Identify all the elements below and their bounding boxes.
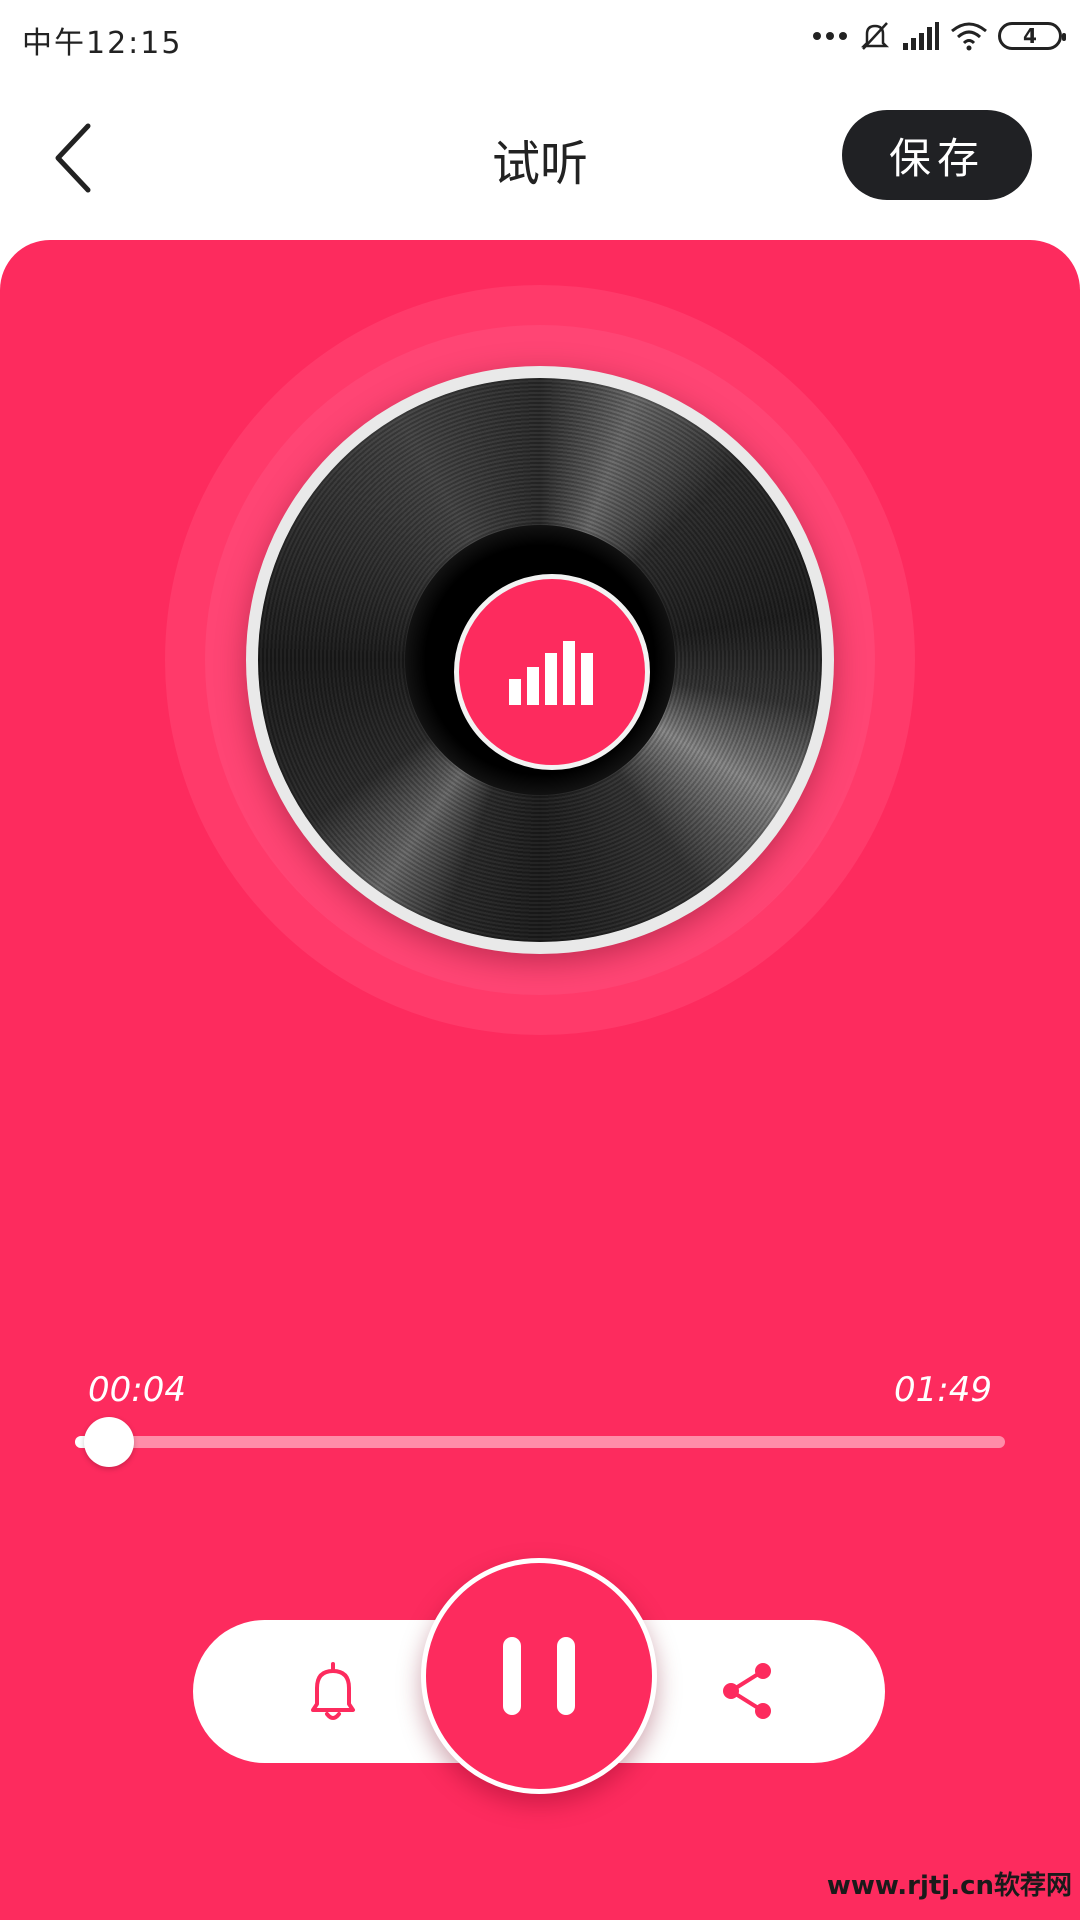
battery-level: 4 [1023, 24, 1037, 48]
player-card: 00:04 01:49 [0, 240, 1080, 1920]
equalizer-bars-icon [509, 641, 593, 705]
ringtone-button[interactable] [300, 1658, 366, 1724]
bell-off-icon [860, 22, 890, 50]
wifi-icon [951, 22, 987, 51]
save-button[interactable]: 保存 [842, 110, 1032, 200]
progress-slider[interactable] [75, 1417, 1005, 1467]
status-time: 中午12:15 [22, 26, 183, 61]
vinyl-record [246, 366, 834, 954]
pause-icon-right-bar [557, 1637, 575, 1715]
status-icons: 4 [812, 16, 1066, 56]
battery-icon: 4 [998, 22, 1066, 50]
total-time: 01:49 [894, 1370, 992, 1410]
share-icon [723, 1663, 771, 1719]
header: 试听 保存 [0, 100, 1080, 210]
bell-icon [311, 1662, 355, 1720]
share-button[interactable] [715, 1658, 781, 1724]
watermark: www.rjtj.cn软荐网 [826, 1871, 1072, 1901]
current-time: 00:04 [88, 1370, 186, 1410]
progress-thumb[interactable] [84, 1417, 135, 1467]
pause-button[interactable] [421, 1558, 657, 1794]
vinyl-disc [258, 378, 822, 942]
status-bar: 中午12:15 4 [0, 0, 1080, 72]
pause-icon-left-bar [503, 1637, 521, 1715]
vinyl-center [454, 574, 650, 770]
signal-icon [903, 22, 939, 50]
more-dots-icon [813, 32, 847, 40]
